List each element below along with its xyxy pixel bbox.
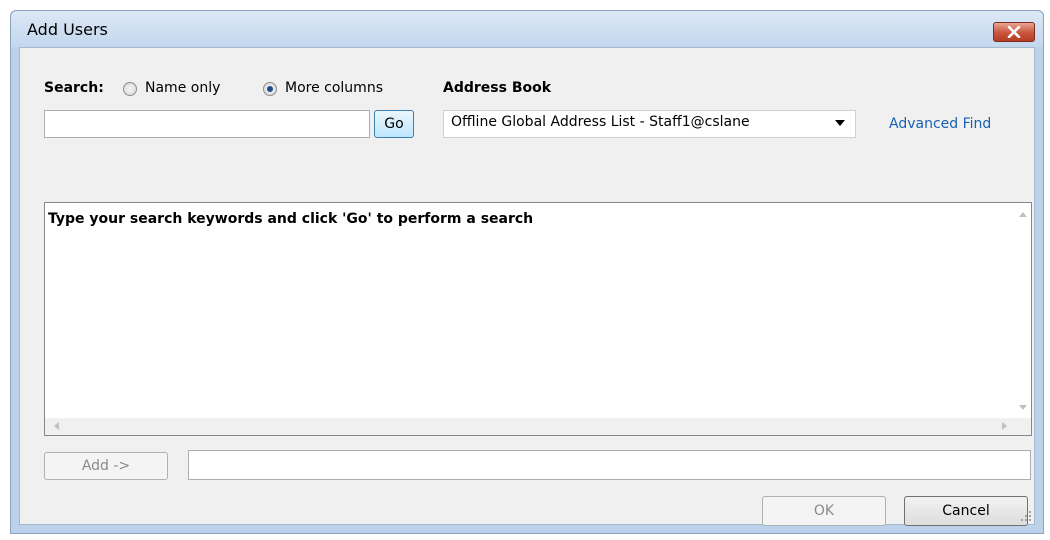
go-button[interactable]: Go [374, 110, 414, 138]
dialog-body: Search: Name only More columns Address B… [19, 47, 1035, 526]
title-bar[interactable]: Add Users [11, 11, 1043, 47]
vertical-scrollbar[interactable] [1014, 203, 1031, 418]
add-users-dialog: Add Users Search: Name only More columns… [10, 10, 1044, 534]
results-message: Type your search keywords and click 'Go'… [48, 211, 534, 227]
cancel-button[interactable]: Cancel [904, 496, 1028, 526]
chevron-down-icon [835, 120, 845, 126]
results-list[interactable]: Type your search keywords and click 'Go'… [44, 202, 1032, 436]
close-icon [1007, 26, 1021, 38]
close-button[interactable] [993, 22, 1035, 42]
advanced-find-link[interactable]: Advanced Find [889, 116, 991, 132]
scroll-up-arrow-icon[interactable] [1019, 212, 1027, 217]
add-button[interactable]: Add -> [44, 452, 168, 480]
scroll-down-arrow-icon[interactable] [1019, 405, 1027, 410]
address-book-selected: Offline Global Address List - Staff1@csl… [451, 114, 750, 130]
radio-more-columns[interactable] [263, 82, 277, 96]
search-input[interactable] [44, 110, 370, 138]
search-label: Search: [44, 80, 104, 96]
selected-users-field[interactable] [188, 450, 1031, 480]
address-book-select[interactable]: Offline Global Address List - Staff1@csl… [443, 110, 856, 138]
radio-name-only[interactable] [123, 82, 137, 96]
scroll-left-arrow-icon[interactable] [54, 422, 59, 430]
radio-more-columns-label[interactable]: More columns [285, 80, 383, 96]
dialog-title: Add Users [27, 20, 108, 39]
scroll-right-arrow-icon[interactable] [1002, 422, 1007, 430]
resize-grip-icon[interactable] [1020, 510, 1032, 522]
address-book-label: Address Book [443, 80, 552, 96]
ok-button[interactable]: OK [762, 496, 886, 526]
horizontal-scrollbar[interactable] [45, 418, 1031, 435]
radio-name-only-label[interactable]: Name only [145, 80, 220, 96]
